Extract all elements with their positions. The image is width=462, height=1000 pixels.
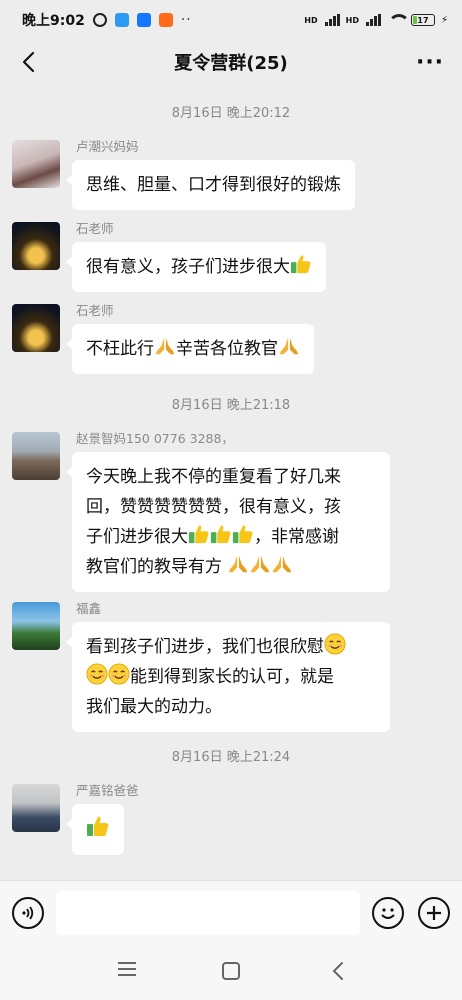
message-text: 看到孩子们进步，我们也很欣慰 <box>86 637 324 657</box>
chat-area[interactable]: 8月16日 晚上20:12 卢潮兴妈妈 思维、胆量、口才得到很好的锻炼 石老师 … <box>0 84 462 880</box>
charging-icon: ⚡ <box>440 14 448 26</box>
avatar[interactable] <box>12 222 60 270</box>
folded-hands-icon <box>271 553 293 575</box>
voice-input-button[interactable] <box>12 897 44 929</box>
sender-name: 石老师 <box>76 303 114 318</box>
back-icon[interactable] <box>328 960 348 982</box>
message-text: 回，赞赞赞赞赞赞，很有意义，孩 <box>86 497 341 517</box>
page-title: 夏令营群(25) <box>174 53 288 74</box>
status-time: 晚上9:02 <box>22 13 85 29</box>
menu-icon[interactable] <box>118 962 136 980</box>
avatar[interactable] <box>12 784 60 832</box>
signal-icon <box>365 14 381 26</box>
thumbs-up-icon <box>188 523 210 545</box>
message-bubble[interactable]: 很有意义，孩子们进步很大 <box>66 242 326 292</box>
input-bar <box>0 880 462 944</box>
back-button[interactable] <box>14 48 42 76</box>
system-nav-bar <box>0 944 462 1000</box>
emoji-button[interactable] <box>372 897 404 929</box>
signal-icon <box>324 14 340 26</box>
message-text: 思维、胆量、口才得到很好的锻炼 <box>86 175 341 195</box>
message-bubble[interactable]: 不枉此行 辛苦各位教官 <box>66 324 314 374</box>
avatar[interactable] <box>12 602 60 650</box>
battery-icon: 17 <box>410 14 435 26</box>
smiling-face-icon <box>108 663 130 685</box>
message-bubble[interactable]: 今天晚上我不停的重复看了好几来 回，赞赞赞赞赞赞，很有意义，孩 子们进步很大 ，非… <box>66 452 390 592</box>
more-functions-button[interactable] <box>418 897 450 929</box>
message-text: 我们最大的动力。 <box>86 697 222 717</box>
message-text: 教官们的教导有方 <box>86 557 222 577</box>
hd-icon: HD <box>345 15 359 25</box>
chevron-left-icon <box>22 51 35 73</box>
avatar[interactable] <box>12 304 60 352</box>
thumbs-up-icon <box>232 523 254 545</box>
message-text: 今天晚上我不停的重复看了好几来 <box>86 467 341 487</box>
thumbs-up-icon <box>86 814 110 838</box>
timestamp: 8月16日 晚上21:18 <box>171 398 291 413</box>
sender-name: 石老师 <box>76 221 114 236</box>
battery-level: 17 <box>417 15 429 25</box>
message-text: ，非常感谢 <box>254 527 339 547</box>
smiling-face-icon <box>86 663 108 685</box>
folded-hands-icon <box>249 553 271 575</box>
message-text: 辛苦各位教官 <box>176 339 278 359</box>
avatar[interactable] <box>12 140 60 188</box>
timestamp: 8月16日 晚上21:24 <box>171 750 291 765</box>
smiley-icon <box>381 908 395 919</box>
message-input[interactable] <box>56 891 360 935</box>
message-text: 很有意义，孩子们进步很大 <box>86 257 290 277</box>
plus-icon <box>427 906 441 920</box>
sender-name: 福鑫 <box>76 601 102 616</box>
thumbs-up-icon <box>290 253 312 275</box>
sender-name: 严嘉铭爸爸 <box>76 783 139 798</box>
sender-name: 赵景智妈150 0776 3288， <box>76 431 234 446</box>
message-text: 不枉此行 <box>86 339 154 359</box>
avatar[interactable] <box>12 432 60 480</box>
timestamp: 8月16日 晚上20:12 <box>171 106 291 121</box>
thumbs-up-icon <box>210 523 232 545</box>
alarm-icon <box>92 13 107 27</box>
chat-header: 夏令营群(25) ··· <box>0 40 462 84</box>
message-text: 能到得到家长的认可，就是 <box>130 667 334 687</box>
folded-hands-icon <box>154 335 176 357</box>
hd-icon: HD <box>304 15 318 25</box>
sender-name: 卢潮兴妈妈 <box>76 139 139 154</box>
message-bubble[interactable]: 思维、胆量、口才得到很好的锻炼 <box>66 160 355 210</box>
more-options-button[interactable]: ··· <box>416 48 444 76</box>
folded-hands-icon <box>278 335 300 357</box>
message-bubble[interactable]: 看到孩子们进步，我们也很欣慰 能到得到家长的认可，就是 我们最大的动力。 <box>66 622 390 732</box>
message-text: 子们进步很大 <box>86 527 188 547</box>
taobao-icon <box>158 13 173 27</box>
status-bar: 晚上9:02 ·· HD HD 17 ⚡ <box>0 0 462 40</box>
smiling-face-icon <box>324 633 346 655</box>
app-notification-icon <box>114 13 129 27</box>
home-icon[interactable] <box>222 962 240 980</box>
more-notifications-icon: ·· <box>180 12 192 28</box>
alipay-icon <box>136 13 151 27</box>
voice-icon <box>22 906 34 920</box>
message-bubble[interactable] <box>66 804 124 855</box>
folded-hands-icon <box>227 553 249 575</box>
wifi-icon <box>387 14 410 26</box>
